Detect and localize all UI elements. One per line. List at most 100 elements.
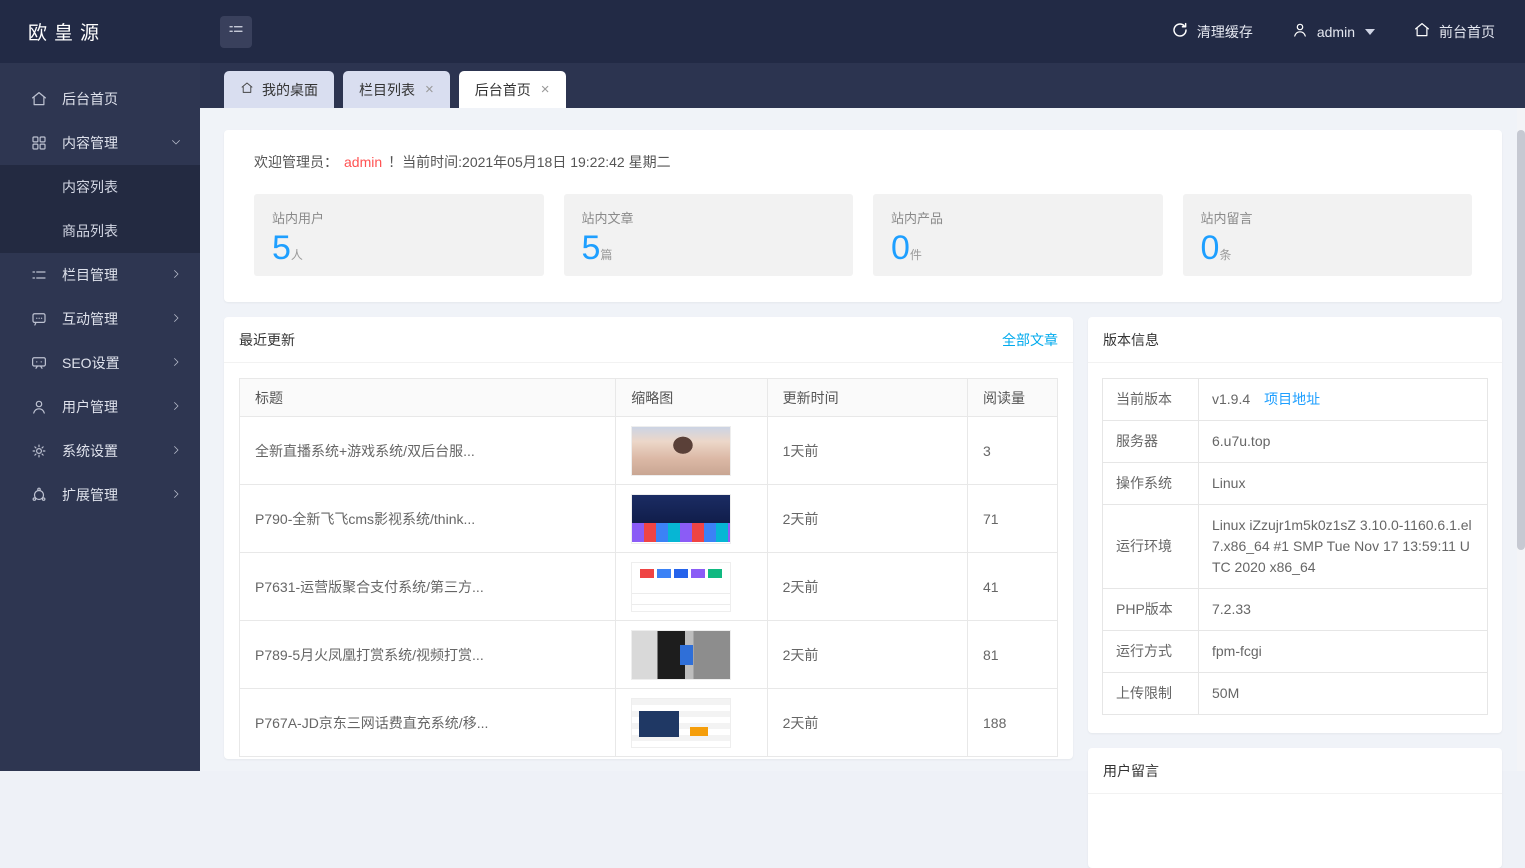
- run-mode-label: 运行方式: [1103, 631, 1199, 673]
- version-value: v1.9.4: [1212, 391, 1250, 407]
- chevron-right-icon: [170, 487, 182, 503]
- front-home-label: 前台首页: [1439, 22, 1495, 42]
- article-title[interactable]: 全新直播系统+游戏系统/双后台服...: [240, 417, 616, 485]
- server-value: 6.u7u.top: [1199, 421, 1488, 463]
- article-title[interactable]: P7631-运营版聚合支付系统/第三方...: [240, 553, 616, 621]
- clear-cache-button[interactable]: 清理缓存: [1171, 21, 1253, 42]
- article-title[interactable]: P767A-JD京东三网话费直充系统/移...: [240, 689, 616, 757]
- stat-value: 5: [582, 231, 601, 265]
- sidebar-collapse-button[interactable]: [220, 16, 252, 48]
- tab-label: 栏目列表: [359, 80, 415, 100]
- sidebar-item-extension-management[interactable]: 扩展管理: [0, 473, 200, 517]
- sidebar-item-system-settings[interactable]: 系统设置: [0, 429, 200, 473]
- sidebar-item-content-management[interactable]: 内容管理: [0, 121, 200, 165]
- page-content: 欢迎管理员：admin！当前时间:2021年05月18日 19:22:42 星期…: [200, 108, 1525, 868]
- brand-logo: 欧皇源: [0, 18, 200, 45]
- view-count: 188: [968, 689, 1058, 757]
- thumbnail-image: [631, 630, 731, 680]
- recent-updates-table: 标题 缩略图 更新时间 阅读量 全新直播系统+游戏系统/双后台服... 1天前: [239, 378, 1058, 757]
- version-info-card: 版本信息 当前版本 v1.9.4项目地址 服务器 6.: [1088, 317, 1502, 733]
- tab-my-desktop[interactable]: 我的桌面: [224, 71, 334, 108]
- tab-label: 我的桌面: [262, 80, 318, 100]
- monitor-icon: [30, 354, 48, 372]
- server-label: 服务器: [1103, 421, 1199, 463]
- sidebar-item-interaction-management[interactable]: 互动管理: [0, 297, 200, 341]
- update-time: 1天前: [767, 417, 967, 485]
- table-row: PHP版本 7.2.33: [1103, 589, 1488, 631]
- close-icon[interactable]: ×: [425, 81, 434, 98]
- sidebar-subitem-content-list[interactable]: 内容列表: [0, 165, 200, 209]
- list-icon: [30, 266, 48, 284]
- extension-icon: [30, 486, 48, 504]
- chevron-right-icon: [170, 443, 182, 459]
- sidebar-item-dashboard[interactable]: 后台首页: [0, 77, 200, 121]
- update-time: 2天前: [767, 485, 967, 553]
- view-count: 81: [968, 621, 1058, 689]
- hamburger-icon: [227, 20, 245, 43]
- sidebar-item-column-management[interactable]: 栏目管理: [0, 253, 200, 297]
- chevron-right-icon: [170, 311, 182, 327]
- run-mode-value: fpm-fcgi: [1199, 631, 1488, 673]
- view-count: 3: [968, 417, 1058, 485]
- stat-label: 站内产品: [891, 208, 1145, 227]
- table-row: P767A-JD京东三网话费直充系统/移... 2天前 188: [240, 689, 1058, 757]
- chat-icon: [30, 310, 48, 328]
- stat-site-messages: 站内留言 0条: [1183, 194, 1473, 276]
- sidebar-item-label: SEO设置: [62, 353, 120, 373]
- content-management-submenu: 内容列表 商品列表: [0, 165, 200, 253]
- tab-bar: 我的桌面 栏目列表 × 后台首页 ×: [200, 63, 1525, 108]
- table-row: P789-5月火凤凰打赏系统/视频打赏... 2天前 81: [240, 621, 1058, 689]
- tab-column-list[interactable]: 栏目列表 ×: [343, 71, 450, 108]
- article-title[interactable]: P789-5月火凤凰打赏系统/视频打赏...: [240, 621, 616, 689]
- sidebar-item-seo-settings[interactable]: SEO设置: [0, 341, 200, 385]
- sidebar-subitem-label: 内容列表: [62, 177, 118, 197]
- article-title[interactable]: P790-全新飞飞cms影视系统/think...: [240, 485, 616, 553]
- project-url-link[interactable]: 项目地址: [1264, 391, 1320, 407]
- stat-value: 5: [272, 231, 291, 265]
- view-count: 41: [968, 553, 1058, 621]
- runtime-env-value: Linux iZzujr1m5k0z1sZ 3.10.0-1160.6.1.el…: [1199, 505, 1488, 589]
- welcome-message: 欢迎管理员：admin！当前时间:2021年05月18日 19:22:42 星期…: [254, 152, 1472, 172]
- recent-updates-card: 最近更新 全部文章 标题 缩略图 更新时间 阅读量: [224, 317, 1073, 759]
- view-count: 71: [968, 485, 1058, 553]
- version-info-table: 当前版本 v1.9.4项目地址 服务器 6.u7u.top 操作系统 Linux: [1102, 378, 1488, 715]
- chevron-down-icon: [170, 135, 182, 151]
- version-label: 当前版本: [1103, 379, 1199, 421]
- runtime-env-label: 运行环境: [1103, 505, 1199, 589]
- close-icon[interactable]: ×: [541, 81, 550, 98]
- sidebar: 后台首页 内容管理 内容列表 商品列表 栏目管理: [0, 63, 200, 771]
- table-row: P7631-运营版聚合支付系统/第三方... 2天前 41: [240, 553, 1058, 621]
- upload-limit-value: 50M: [1199, 673, 1488, 715]
- sidebar-item-label: 用户管理: [62, 397, 118, 417]
- stat-unit: 篇: [600, 248, 612, 262]
- welcome-prefix: 欢迎管理员：: [254, 154, 338, 170]
- thumbnail-image: [631, 494, 731, 544]
- welcome-card: 欢迎管理员：admin！当前时间:2021年05月18日 19:22:42 星期…: [224, 130, 1502, 302]
- table-row: 上传限制 50M: [1103, 673, 1488, 715]
- os-label: 操作系统: [1103, 463, 1199, 505]
- table-row: 服务器 6.u7u.top: [1103, 421, 1488, 463]
- update-time: 2天前: [767, 621, 967, 689]
- sidebar-item-user-management[interactable]: 用户管理: [0, 385, 200, 429]
- stat-site-articles: 站内文章 5篇: [564, 194, 854, 276]
- user-icon: [30, 398, 48, 416]
- php-version-value: 7.2.33: [1199, 589, 1488, 631]
- user-icon: [1291, 21, 1309, 42]
- welcome-admin-name: admin: [344, 154, 382, 170]
- stat-unit: 条: [1219, 248, 1231, 262]
- sidebar-subitem-product-list[interactable]: 商品列表: [0, 209, 200, 253]
- stats-row: 站内用户 5人 站内文章 5篇 站内产品 0件 站内留言 0条: [254, 194, 1472, 276]
- column-header-views: 阅读量: [968, 379, 1058, 417]
- gear-icon: [30, 442, 48, 460]
- all-articles-link[interactable]: 全部文章: [1002, 330, 1058, 350]
- user-menu[interactable]: admin: [1291, 21, 1375, 42]
- chevron-right-icon: [170, 399, 182, 415]
- table-row: P790-全新飞飞cms影视系统/think... 2天前 71: [240, 485, 1058, 553]
- tab-backend-home[interactable]: 后台首页 ×: [459, 71, 566, 108]
- vertical-scrollbar[interactable]: [1517, 108, 1525, 771]
- topbar: 欧皇源 清理缓存 admin: [0, 0, 1525, 63]
- thumbnail-image: [631, 698, 731, 748]
- column-header-updated: 更新时间: [767, 379, 967, 417]
- front-home-button[interactable]: 前台首页: [1413, 21, 1495, 42]
- scrollbar-thumb[interactable]: [1517, 130, 1525, 550]
